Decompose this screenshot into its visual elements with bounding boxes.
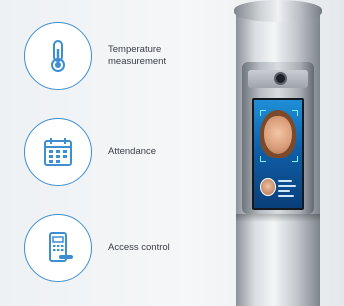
attendance-icon-circle xyxy=(24,118,92,186)
feature-label: Temperature measurement xyxy=(108,44,167,67)
feature-label: Access control xyxy=(108,242,170,253)
temperature-icon-circle xyxy=(24,22,92,90)
access-icon-circle xyxy=(24,214,92,282)
terminal-screen xyxy=(252,98,304,210)
face-thumbnail xyxy=(260,178,276,196)
feature-temperature: Temperature measurement xyxy=(20,22,220,92)
pole-top xyxy=(234,0,322,22)
face-frame-corner xyxy=(260,110,266,116)
face-frame-corner xyxy=(260,156,266,162)
feature-access-control: Access control xyxy=(20,214,220,284)
info-line xyxy=(278,185,296,187)
face-image xyxy=(264,116,292,154)
face-frame-corner xyxy=(292,156,298,162)
info-line xyxy=(278,180,292,182)
calendar-icon xyxy=(44,138,72,166)
info-line xyxy=(278,190,290,192)
head-shadow xyxy=(236,214,320,222)
face-frame-corner xyxy=(292,110,298,116)
feature-attendance: Attendance xyxy=(20,118,220,188)
info-line xyxy=(278,195,294,197)
door-lock-icon xyxy=(49,232,73,262)
feature-label: Attendance xyxy=(108,146,157,157)
thermometer-icon xyxy=(51,40,65,72)
camera-lens-icon xyxy=(276,74,285,83)
